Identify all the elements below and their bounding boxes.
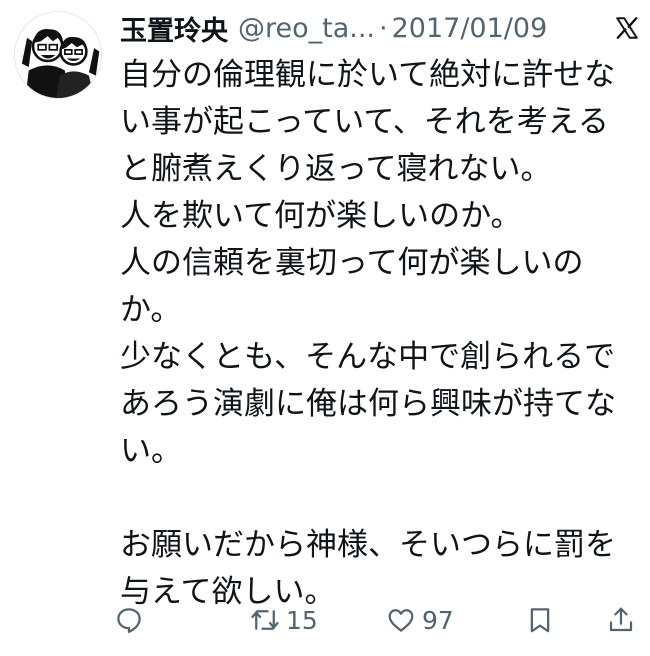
x-logo-icon: [614, 15, 640, 41]
tweet-text-line: 少なくとも、そんな中で創られるで: [120, 339, 616, 375]
action-bar: 15 97: [114, 598, 644, 642]
avatar[interactable]: [14, 11, 102, 99]
reply-button[interactable]: [114, 598, 144, 642]
author-name[interactable]: 玉置玲央: [120, 9, 228, 48]
heart-icon: [388, 609, 414, 632]
retweet-count: 15: [286, 605, 318, 635]
retweet-icon: [251, 610, 279, 630]
header-separator: ·: [379, 12, 388, 44]
tweet-text-line: 人の信頼を裏切って何が楽しいの: [120, 245, 584, 281]
tweet-date[interactable]: 2017/01/09: [392, 13, 548, 44]
reply-icon: [117, 608, 141, 633]
avatar-illustration: [15, 12, 101, 98]
bookmark-icon: [530, 608, 550, 633]
share-button[interactable]: [606, 598, 636, 642]
like-count: 97: [422, 605, 454, 635]
tweet-text-line: か。: [120, 292, 182, 328]
tweet-text: 自分の倫理観に於いて絶対に許せな い事が起こっていて、それを考える と腑煮えくり…: [120, 52, 642, 616]
bookmark-button[interactable]: [525, 598, 555, 642]
share-icon: [609, 607, 633, 632]
tweet-header: 玉置玲央 @reo_ta... · 2017/01/09: [120, 8, 640, 48]
tweet-text-line: お願いだから神様、そいつらに罰を: [120, 527, 616, 563]
tweet-text-line: 自分の倫理観に於いて絶対に許せな: [120, 57, 616, 93]
tweet-text-line: 人を欺いて何が楽しいのか。: [120, 198, 522, 234]
tweet-text-line: あろう演劇に俺は何ら興味が持てな: [120, 386, 616, 422]
tweet-text-line: い事が起こっていて、それを考える: [120, 104, 609, 140]
retweet-button[interactable]: 15: [250, 598, 318, 642]
tweet-text-line: い。: [120, 433, 182, 469]
author-handle[interactable]: @reo_ta...: [238, 13, 375, 44]
tweet-text-line: と腑煮えくり返って寝れない。: [120, 151, 552, 187]
like-button[interactable]: 97: [386, 598, 454, 642]
